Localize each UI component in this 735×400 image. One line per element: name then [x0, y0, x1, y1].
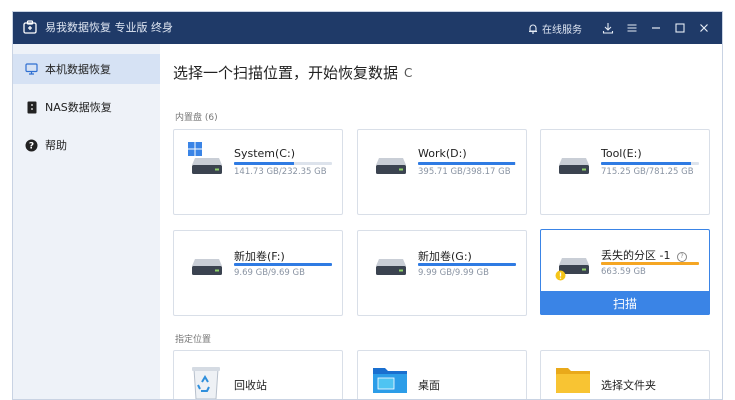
- drive-size: 715.25 GB/781.25 GB: [601, 167, 694, 177]
- menu-button[interactable]: [620, 16, 644, 40]
- hard-drive-icon: [559, 158, 589, 174]
- close-icon: [700, 24, 708, 32]
- download-icon: [602, 23, 614, 34]
- warning-badge-icon: [555, 270, 566, 281]
- drive-size: 9.99 GB/9.99 GB: [418, 268, 489, 278]
- usage-bar: [234, 162, 332, 165]
- nas-icon: [25, 101, 38, 114]
- usage-bar-fill: [234, 263, 332, 266]
- hard-drive-icon: [192, 259, 222, 275]
- drive-name: 丢失的分区 -1: [601, 249, 671, 262]
- usage-bar: [418, 162, 516, 165]
- internal-drives-count: (6): [204, 113, 218, 123]
- scan-button[interactable]: 扫描: [540, 291, 710, 315]
- minimize-icon: [652, 27, 660, 29]
- usage-bar: [418, 263, 516, 266]
- internal-drives-label: 内置盘 (6): [175, 110, 218, 123]
- location-card-choose-folder[interactable]: 选择文件夹: [540, 350, 710, 399]
- maximize-icon: [675, 23, 685, 33]
- drive-size: 9.69 GB/9.69 GB: [234, 268, 305, 278]
- partition-help-icon[interactable]: ?: [676, 252, 687, 262]
- drive-size: 663.59 GB: [601, 267, 646, 277]
- usage-bar-fill: [418, 162, 516, 165]
- location-card-recycle-bin[interactable]: 回收站: [173, 350, 343, 399]
- sidebar-item-label: NAS数据恢复: [45, 101, 112, 114]
- specified-locations-label: 指定位置: [175, 335, 212, 345]
- location-label: 桌面: [418, 379, 440, 392]
- folder-icon: [556, 368, 590, 393]
- maximize-button[interactable]: [668, 16, 692, 40]
- windows-icon: [188, 142, 202, 156]
- usage-bar-fill: [234, 162, 294, 165]
- sidebar-item-help[interactable]: ? 帮助: [13, 130, 160, 160]
- drive-name: Work(D:): [418, 147, 467, 160]
- sidebar-item-nas-recovery[interactable]: NAS数据恢复: [13, 92, 160, 122]
- internal-drives-title: 内置盘: [175, 113, 203, 123]
- drive-name-row: 丢失的分区 -1 ?: [601, 247, 687, 263]
- drive-card-e[interactable]: Tool(E:) 715.25 GB/781.25 GB: [540, 129, 710, 215]
- drive-card-lost-partition[interactable]: 丢失的分区 -1 ? 663.59 GB 扫描: [540, 229, 710, 315]
- usage-bar-fill: [418, 263, 516, 266]
- help-icon: ?: [25, 139, 38, 152]
- export-button[interactable]: [596, 16, 620, 40]
- drive-size: 141.73 GB/232.35 GB: [234, 167, 327, 177]
- desktop-folder-icon: [373, 368, 407, 393]
- minimize-button[interactable]: [644, 16, 668, 40]
- bell-icon: [529, 24, 537, 34]
- hard-drive-icon: [192, 158, 222, 174]
- sidebar: 本机数据恢复 NAS数据恢复 ? 帮助: [13, 44, 160, 399]
- menu-icon: [627, 24, 637, 32]
- drive-name: 新加卷(F:): [234, 250, 285, 263]
- sidebar-item-local-recovery[interactable]: 本机数据恢复: [13, 54, 160, 84]
- close-button[interactable]: [692, 16, 716, 40]
- drive-card-d[interactable]: Work(D:) 395.71 GB/398.17 GB: [357, 129, 527, 215]
- location-label: 回收站: [234, 379, 267, 392]
- refresh-button[interactable]: C: [404, 66, 412, 80]
- drive-size: 395.71 GB/398.17 GB: [418, 167, 511, 177]
- online-service-label: 在线服务: [542, 24, 582, 36]
- usage-bar: [601, 262, 699, 265]
- main-panel: 选择一个扫描位置，开始恢复数据 C 内置盘 (6) System(C:) 141…: [160, 44, 722, 399]
- drive-name: Tool(E:): [601, 147, 642, 160]
- app-title: 易我数据恢复 专业版 终身: [45, 21, 173, 34]
- hard-drive-icon: [376, 259, 406, 275]
- recycle-bin-icon: [192, 367, 220, 399]
- app-logo-icon: [23, 20, 37, 34]
- drive-name: 新加卷(G:): [418, 250, 472, 263]
- drive-card-c[interactable]: System(C:) 141.73 GB/232.35 GB: [173, 129, 343, 215]
- title-bar: 易我数据恢复 专业版 终身 在线服务: [13, 12, 722, 44]
- usage-bar: [601, 162, 699, 165]
- svg-text:?: ?: [29, 141, 34, 151]
- computer-icon: [25, 63, 38, 76]
- page-title: 选择一个扫描位置，开始恢复数据 C: [173, 62, 412, 83]
- drive-card-f[interactable]: 新加卷(F:) 9.69 GB/9.69 GB: [173, 230, 343, 316]
- usage-bar: [234, 263, 332, 266]
- sidebar-item-label: 本机数据恢复: [45, 63, 111, 76]
- online-service-button[interactable]: 在线服务: [528, 21, 582, 36]
- page-title-text: 选择一个扫描位置，开始恢复数据: [173, 64, 399, 82]
- location-label: 选择文件夹: [601, 379, 656, 392]
- sidebar-item-label: 帮助: [45, 139, 67, 152]
- drive-card-g[interactable]: 新加卷(G:) 9.99 GB/9.99 GB: [357, 230, 527, 316]
- usage-bar-fill: [601, 262, 699, 265]
- drive-name: System(C:): [234, 147, 295, 160]
- app-window: 易我数据恢复 专业版 终身 在线服务 本机数据恢复 NAS数据恢复 ? 帮助 选…: [12, 11, 723, 400]
- location-card-desktop[interactable]: 桌面: [357, 350, 527, 399]
- hard-drive-icon: [376, 158, 406, 174]
- usage-bar-fill: [601, 162, 692, 165]
